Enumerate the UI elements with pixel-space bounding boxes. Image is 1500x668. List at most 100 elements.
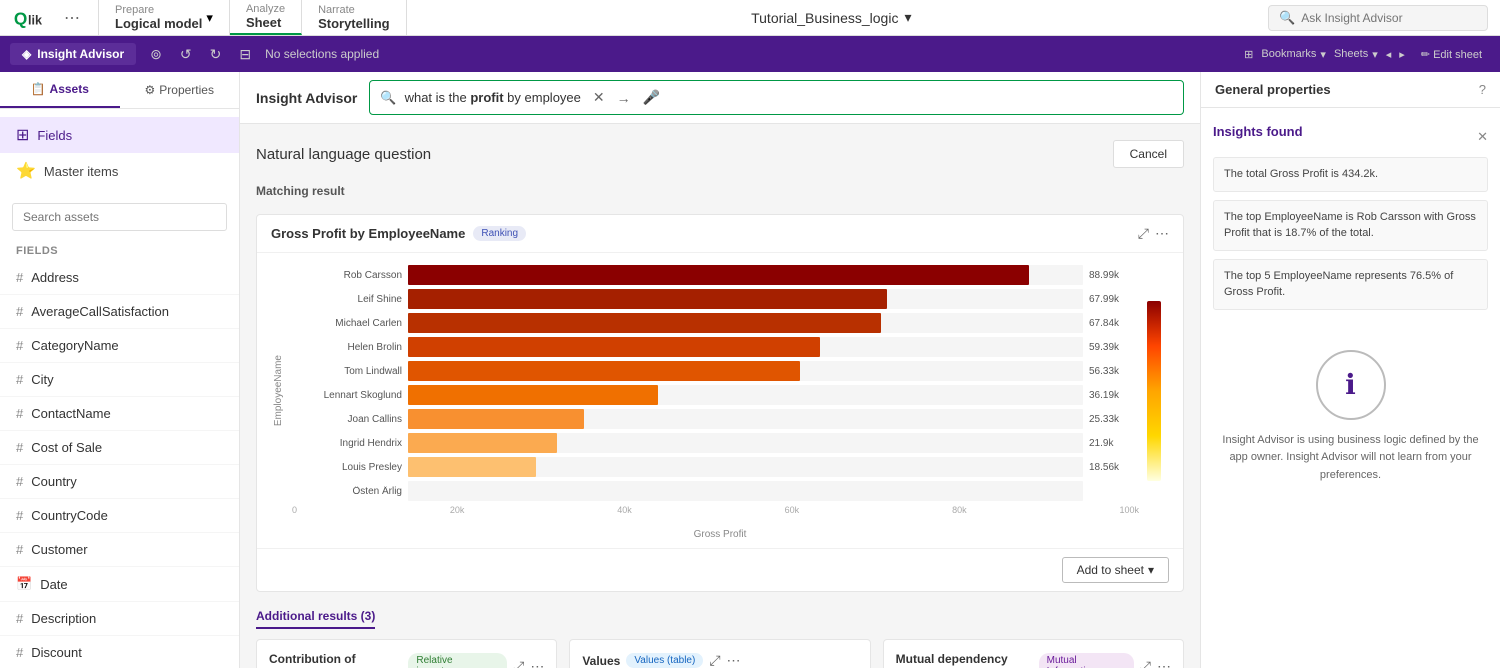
selections-icon[interactable]: ⊟ [235,42,255,67]
help-icon[interactable]: ? [1479,82,1486,97]
app-title-chevron: ▾ [904,9,911,26]
search-assets-input[interactable] [12,203,227,231]
right-panel-header: General properties ? [1201,72,1500,108]
bar-row: Ingrid Hendrix 21.9k [292,433,1139,453]
field-countrycode[interactable]: #CountryCode [0,499,239,533]
bar-fill [408,409,584,429]
main-layout: 📋 Assets ⚙ Properties ⊞ Fields ⭐ Master … [0,72,1500,668]
insight-item-0: The total Gross Profit is 434.2k. [1213,157,1488,192]
bar-row: Joan Callins 25.33k [292,409,1139,429]
expand-chart-btn[interactable]: ⤢ [1138,225,1149,242]
info-circle: ℹ [1316,350,1386,420]
field-icon: # [16,611,23,626]
bar-track [408,457,1083,477]
forward-icon[interactable]: ↻ [206,42,226,67]
mini-card-header-2: Mutual dependency bet... Mutual Informat… [896,652,1171,668]
ia-mic-btn[interactable]: 🎤 [639,87,664,108]
analyze-section[interactable]: Analyze Sheet [230,0,302,35]
insight-advisor-search[interactable]: 🔍 [1268,5,1488,31]
sidebar-item-fields[interactable]: ⊞ Fields [0,117,239,153]
insight-advisor-tab[interactable]: ◈ Insight Advisor [10,43,136,65]
additional-results: Additional results (3) Contribution of E… [256,608,1184,668]
tab-assets[interactable]: 📋 Assets [0,72,120,108]
x-axis: 020k40k60k80k100k [292,505,1139,517]
more-mini-0[interactable]: ⋯ [530,658,544,668]
more-mini-1[interactable]: ⋯ [727,652,741,668]
bar-name: Rob Carsson [292,270,402,281]
bar-name: Helen Brolin [292,342,402,353]
bar-row: Östen Ärlig [292,481,1139,501]
tab-properties[interactable]: ⚙ Properties [120,72,240,108]
field-country[interactable]: #Country [0,465,239,499]
field-city[interactable]: #City [0,363,239,397]
chart-title: Gross Profit by EmployeeName Ranking [271,226,526,241]
bar-row: Lennart Skoglund 36.19k [292,385,1139,405]
field-costofsale[interactable]: #Cost of Sale [0,431,239,465]
mutual-badge: Mutual Information [1039,653,1134,668]
field-icon: # [16,270,23,285]
bar-track [408,433,1083,453]
expand-mini-2[interactable]: ⤢ [1140,658,1151,668]
bar-row: Rob Carsson 88.99k [292,265,1139,285]
bar-value: 67.99k [1089,294,1139,305]
bar-name: Michael Carlen [292,318,402,329]
field-icon: # [16,542,23,557]
chart-more-btn[interactable]: ⋯ [1155,225,1169,242]
bar-name: Tom Lindwall [292,366,402,377]
cancel-button[interactable]: Cancel [1113,140,1184,168]
sheets-btn[interactable]: Sheets ▾ [1334,48,1378,61]
left-sidebar: 📋 Assets ⚙ Properties ⊞ Fields ⭐ Master … [0,72,240,668]
bookmarks-btn[interactable]: Bookmarks ▾ [1261,48,1326,61]
expand-mini-1[interactable]: ⤢ [709,652,720,668]
sidebar-nav: ⊞ Fields ⭐ Master items [0,109,239,197]
insights-found-title: Insights found [1213,124,1303,139]
bar-chart-footer: Gross Profit [257,525,1183,548]
narrate-section[interactable]: Narrate Storytelling [302,0,407,35]
values-badge: Values (table) [626,653,703,668]
app-title[interactable]: Tutorial_Business_logic ▾ [751,9,911,26]
nlq-header: Natural language question Cancel [256,140,1184,168]
additional-card-0: Contribution of Employ... Relative impor… [256,639,557,668]
grid-view-btn[interactable]: ⊞ [1244,48,1253,61]
expand-mini-0[interactable]: ⤢ [513,658,524,668]
bar-track [408,289,1083,309]
nav-next-btn[interactable]: ▸ [1399,48,1405,61]
insight-advisor-bar: ◈ Insight Advisor ⊚ ↺ ↻ ⊟ No selections … [0,36,1500,72]
ia-submit-btn[interactable]: → [613,88,635,108]
ia-search-bar[interactable]: 🔍 what is the profit by employee ✕ → 🎤 [369,80,1184,115]
field-categoryname[interactable]: #CategoryName [0,329,239,363]
bar-value: 18.56k [1089,462,1139,473]
sidebar-item-master-items[interactable]: ⭐ Master items [0,153,239,189]
app-menu-dots[interactable]: ⋯ [58,8,86,28]
edit-sheet-btn[interactable]: ✏ Edit sheet [1413,44,1490,65]
field-customer[interactable]: #Customer [0,533,239,567]
prepare-section[interactable]: Prepare Logical model ▾ [99,0,230,35]
smart-search-icon[interactable]: ⊚ [146,42,166,67]
field-address[interactable]: #Address [0,261,239,295]
mini-card-header-0: Contribution of Employ... Relative impor… [269,652,544,668]
additional-card-1: Values Values (table) ⤢ ⋯ [569,639,870,668]
field-description[interactable]: #Description [0,602,239,636]
field-contactname[interactable]: #ContactName [0,397,239,431]
field-averagecallsatisfaction[interactable]: #AverageCallSatisfaction [0,295,239,329]
bar-track [408,361,1083,381]
field-discount[interactable]: #Discount [0,636,239,668]
field-date[interactable]: 📅Date [0,567,239,602]
ia-title: Insight Advisor [256,90,357,106]
bar-fill [408,385,658,405]
color-scale [1147,265,1167,517]
bar-value: 67.84k [1089,318,1139,329]
ia-clear-btn[interactable]: ✕ [589,87,609,108]
nav-prev-btn[interactable]: ◂ [1386,48,1392,61]
bar-value: 56.33k [1089,366,1139,377]
add-to-sheet-btn[interactable]: Add to sheet ▾ [1062,557,1169,583]
insight-search-input[interactable] [1301,11,1477,25]
more-mini-2[interactable]: ⋯ [1157,658,1171,668]
back-icon[interactable]: ↺ [176,42,196,67]
field-icon: # [16,508,23,523]
top-navigation: Q lik ⋯ Prepare Logical model ▾ Analyze … [0,0,1500,36]
master-items-icon: ⭐ [16,161,36,181]
top-nav-right: 🔍 [1256,0,1500,35]
close-insights-btn[interactable]: ✕ [1477,129,1488,145]
bar-track [408,265,1083,285]
